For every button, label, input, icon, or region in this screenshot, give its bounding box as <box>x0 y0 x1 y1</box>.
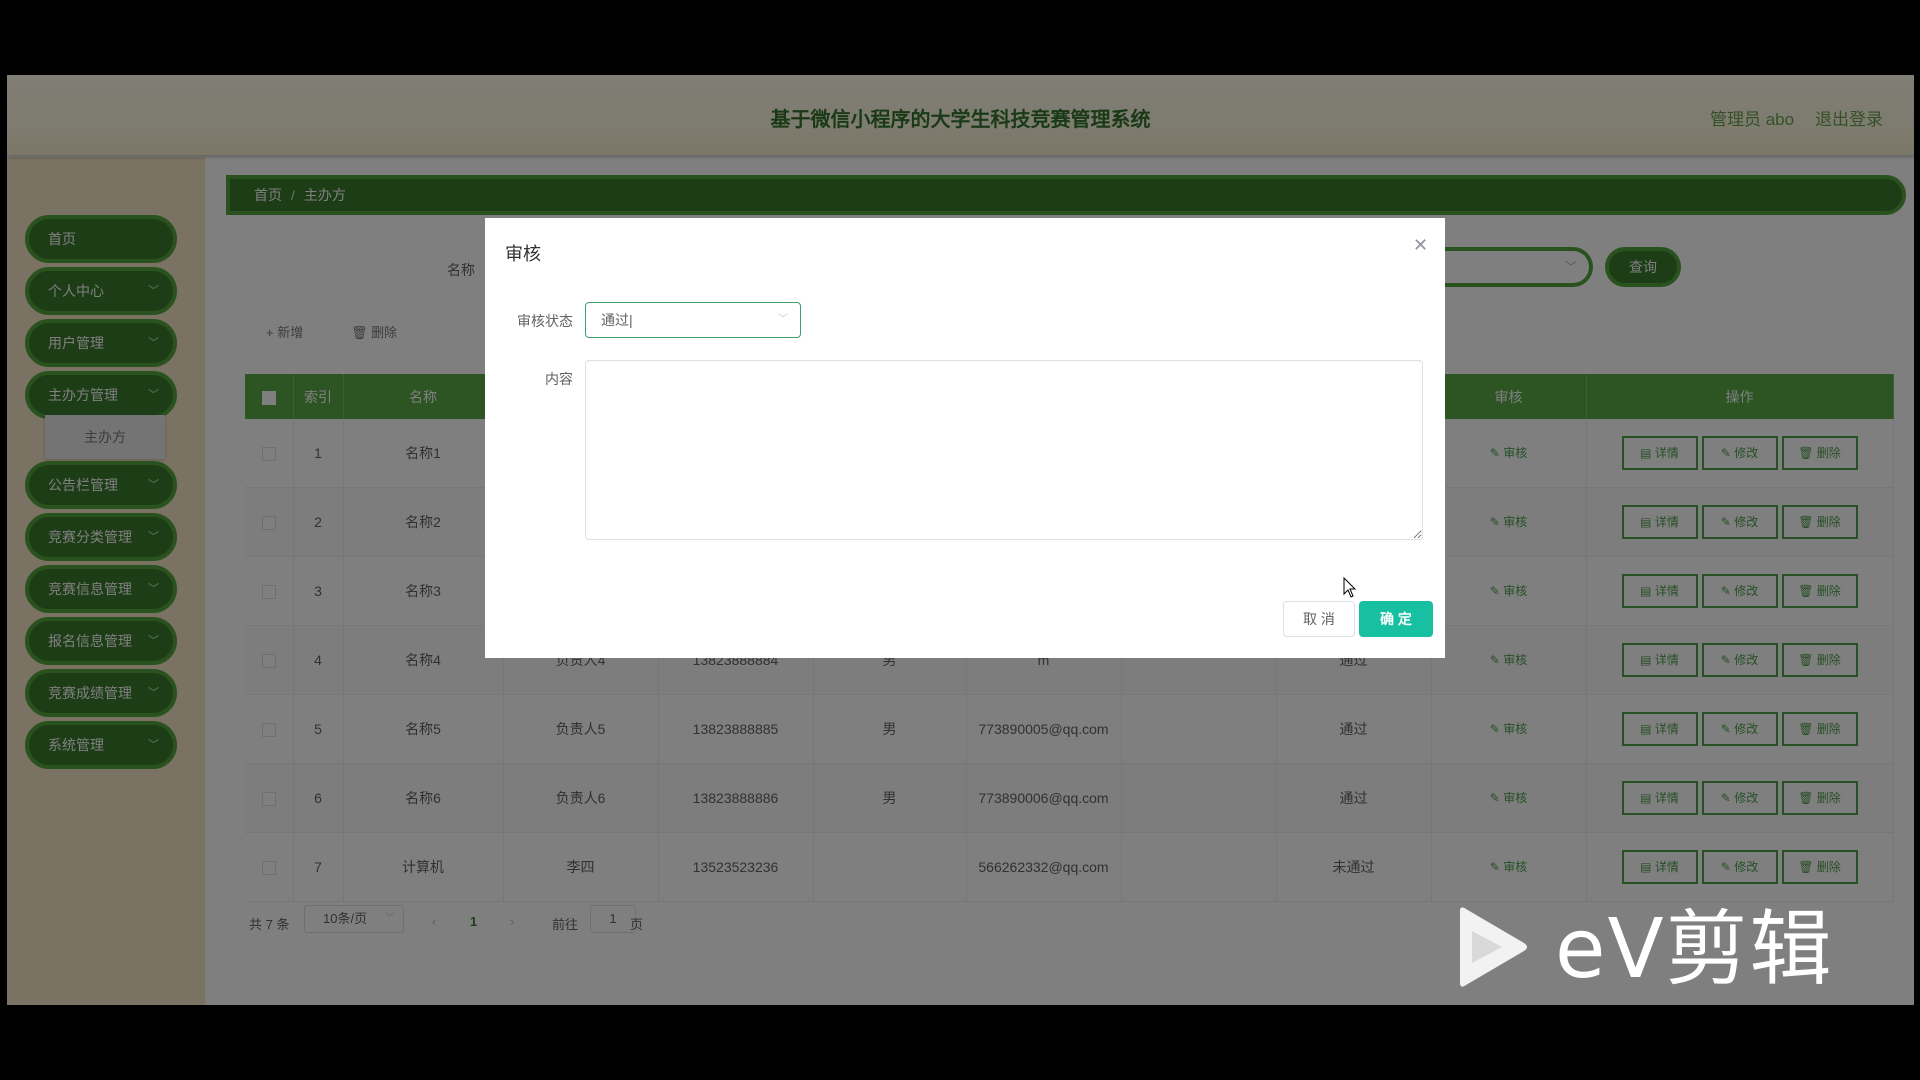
dialog-title: 审核 <box>505 244 541 264</box>
close-icon[interactable]: ✕ <box>1413 235 1428 256</box>
app-window: 基于微信小程序的大学生科技竞赛管理系统 管理员 abo 退出登录 首页 个人中心… <box>7 75 1914 1005</box>
audit-status-value: 通过 <box>601 312 629 328</box>
play-logo-icon <box>1460 907 1527 987</box>
audit-status-label: 审核状态 <box>517 313 573 329</box>
watermark: eV剪辑 <box>1450 905 1832 995</box>
content-textarea[interactable] <box>585 360 1423 540</box>
content-label: 内容 <box>545 371 573 387</box>
audit-status-select[interactable]: 通过| ﹀ <box>585 302 801 338</box>
mouse-cursor-icon <box>1343 577 1357 598</box>
text-caret: | <box>629 312 633 328</box>
cancel-button[interactable]: 取 消 <box>1283 601 1355 637</box>
confirm-button[interactable]: 确 定 <box>1359 601 1433 637</box>
chevron-down-icon: ﹀ <box>778 314 788 325</box>
audit-dialog: 审核 ✕ 审核状态 通过| ﹀ 内容 取 消 确 定 <box>485 218 1445 658</box>
watermark-text: eV剪辑 <box>1555 902 1834 997</box>
